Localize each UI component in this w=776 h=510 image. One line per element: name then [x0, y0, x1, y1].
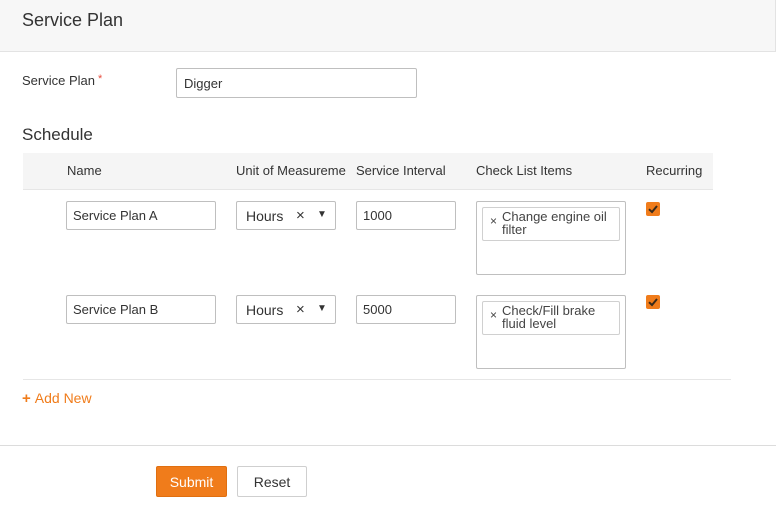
chip-remove-icon[interactable]: × [490, 308, 497, 322]
service-plan-label-text: Service Plan [22, 73, 95, 88]
column-header-unit: Unit of Measureme [236, 163, 346, 178]
checkmark-icon [648, 205, 658, 214]
reset-button[interactable]: Reset [237, 466, 307, 497]
add-new-link[interactable]: + Add New [22, 390, 92, 407]
column-header-interval: Service Interval [356, 163, 446, 178]
schedule-title: Schedule [22, 125, 93, 144]
chevron-down-icon[interactable]: ▼ [317, 303, 327, 314]
checkmark-icon [648, 298, 658, 307]
clear-icon[interactable]: × [296, 207, 305, 224]
chevron-down-icon[interactable]: ▼ [317, 209, 327, 220]
unit-select[interactable]: Hours × ▼ [236, 295, 336, 324]
unit-select-value: Hours [246, 302, 284, 318]
chip-label: Change engine oil filter [502, 209, 607, 237]
add-new-label: Add New [34, 390, 92, 406]
unit-select[interactable]: Hours × ▼ [236, 201, 336, 230]
page-title: Service Plan [22, 10, 124, 30]
chip-remove-icon[interactable]: × [490, 214, 497, 228]
unit-select-value: Hours [246, 208, 284, 224]
schedule-grid-header: Name Unit of Measureme Service Interval … [23, 153, 713, 190]
footer-divider [0, 445, 776, 446]
column-header-checklist: Check List Items [476, 163, 573, 178]
column-header-name: Name [67, 163, 102, 178]
clear-icon[interactable]: × [296, 301, 305, 318]
service-plan-input[interactable] [176, 68, 417, 98]
grid-divider [23, 379, 731, 380]
row-name-input[interactable] [66, 295, 216, 324]
checklist-multiselect[interactable]: × Change engine oil filter [476, 201, 626, 275]
recurring-checkbox[interactable] [646, 202, 660, 216]
service-plan-label: Service Plan * [22, 73, 102, 88]
column-header-recurring: Recurring [646, 163, 703, 178]
checklist-chip: × Change engine oil filter [482, 207, 620, 241]
service-interval-input[interactable] [356, 201, 456, 230]
checklist-multiselect[interactable]: × Check/Fill brake fluid level [476, 295, 626, 369]
recurring-checkbox[interactable] [646, 295, 660, 309]
row-name-input[interactable] [66, 201, 216, 230]
plus-icon: + [22, 390, 31, 407]
chip-label: Check/Fill brake fluid level [502, 303, 596, 331]
submit-button[interactable]: Submit [156, 466, 227, 497]
required-marker: * [97, 73, 103, 85]
page-header: Service Plan [0, 0, 776, 52]
checklist-chip: × Check/Fill brake fluid level [482, 301, 620, 335]
service-interval-input[interactable] [356, 295, 456, 324]
